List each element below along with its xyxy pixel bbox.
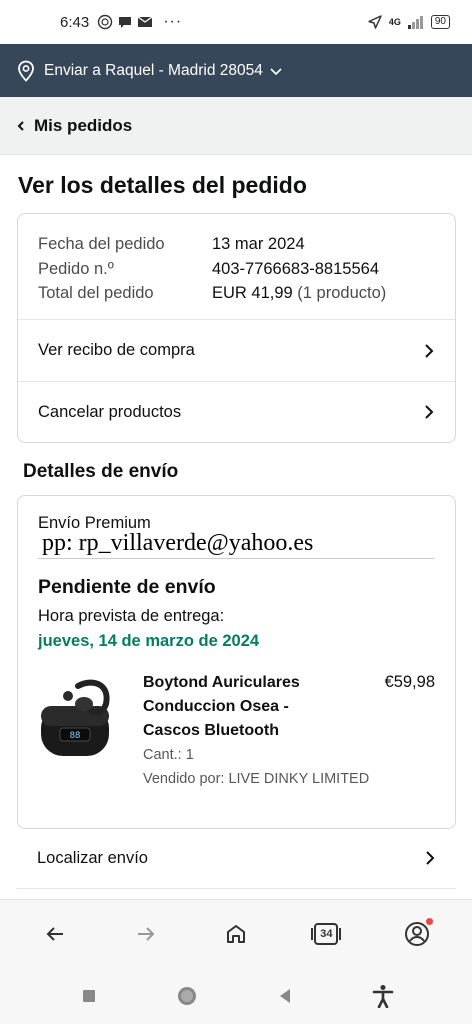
- eta-date: jueves, 14 de marzo de 2024: [38, 632, 260, 650]
- product-seller: Vendido por: LIVE DINKY LIMITED: [143, 771, 370, 787]
- more-notifications-icon: ···: [163, 13, 183, 30]
- home-icon: [226, 925, 245, 943]
- view-receipt-label: Ver recibo de compra: [38, 341, 195, 359]
- tab-count: 34: [320, 928, 333, 940]
- chevron-down-icon: [269, 66, 283, 76]
- browser-forward-button[interactable]: [122, 910, 170, 958]
- order-total-label: Total del pedido: [38, 284, 154, 302]
- view-receipt-link[interactable]: Ver recibo de compra: [18, 320, 455, 381]
- product-price: €59,98: [384, 673, 435, 691]
- page-title: Ver los detalles del pedido: [18, 172, 307, 198]
- product-image[interactable]: 88: [38, 676, 116, 758]
- delivery-location-bar[interactable]: Enviar a Raquel - Madrid 28054: [0, 44, 472, 97]
- order-number-value: 403-7766683-8815564: [212, 259, 379, 278]
- watermark-text: pp: rp_villaverde@yahoo.es: [42, 530, 314, 556]
- account-icon: [404, 922, 429, 946]
- order-summary-card: Fecha del pedido 13 mar 2024 Pedido n.º …: [17, 213, 456, 443]
- accessibility-button[interactable]: [359, 972, 407, 1020]
- breadcrumb[interactable]: Mis pedidos: [0, 97, 472, 155]
- shipment-status: Pendiente de envío: [38, 576, 216, 598]
- browser-back-button[interactable]: [31, 910, 79, 958]
- battery-icon: 90: [430, 15, 450, 29]
- delivery-location-label: Enviar a Raquel - Madrid 28054: [44, 61, 263, 79]
- order-number-row: Pedido n.º 403-7766683-8815564: [38, 257, 435, 282]
- circle-icon: [178, 987, 196, 1005]
- eta-label: Hora prevista de entrega:: [38, 607, 225, 625]
- location-pin-icon: [16, 60, 36, 82]
- browser-tabs-button[interactable]: 34: [302, 910, 350, 958]
- cancel-products-link[interactable]: Cancelar productos: [18, 381, 455, 442]
- signal-icon: [407, 16, 423, 29]
- system-navigation-bar: [0, 968, 472, 1024]
- order-date-value: 13 mar 2024: [212, 235, 305, 253]
- square-icon: [83, 990, 95, 1002]
- forward-arrow-icon: [137, 927, 154, 941]
- cancel-products-label: Cancelar productos: [38, 402, 182, 421]
- network-label: 4G: [388, 17, 401, 27]
- chat-icon: [119, 17, 132, 28]
- system-home-button[interactable]: [163, 972, 211, 1020]
- product-image-display: 88: [70, 731, 81, 741]
- order-number-label: Pedido n.º: [38, 259, 114, 278]
- order-date-label: Fecha del pedido: [38, 235, 165, 253]
- order-total-value: EUR 41,99 (1 producto): [212, 281, 386, 306]
- breadcrumb-label: Mis pedidos: [34, 115, 133, 135]
- browser-toolbar: 34: [0, 899, 472, 968]
- notification-dot: [425, 918, 433, 925]
- browser-home-button[interactable]: [212, 910, 260, 958]
- divider: [38, 558, 435, 559]
- status-bar: 6:43 ··· 4G 90: [0, 0, 472, 44]
- nfc-icon: [98, 14, 113, 30]
- shipping-section-title: Detalles de envío: [23, 461, 179, 482]
- chevron-right-icon: [425, 343, 434, 358]
- track-shipment-label: Localizar envío: [37, 848, 148, 867]
- mail-icon: [137, 16, 153, 27]
- accessibility-icon: [372, 985, 394, 1008]
- location-arrow-icon: [368, 15, 382, 29]
- order-total-amount: EUR 41,99: [212, 284, 293, 302]
- order-total-row: Total del pedido EUR 41,99 (1 producto): [38, 281, 435, 306]
- back-arrow-icon: [46, 927, 64, 941]
- chevron-left-icon: [16, 119, 26, 133]
- order-date-row: Fecha del pedido 13 mar 2024: [38, 232, 435, 257]
- chevron-right-icon: [425, 405, 434, 419]
- order-total-items: (1 producto): [292, 284, 387, 302]
- status-time: 6:43: [60, 13, 90, 31]
- system-back-button[interactable]: [261, 972, 309, 1020]
- product-title-link[interactable]: Boytond Auriculares Conduccion Osea - Ca…: [143, 671, 343, 743]
- chevron-right-icon: [426, 851, 435, 865]
- recent-apps-button[interactable]: [65, 972, 113, 1020]
- shipment-card: Envío Premium pp: rp_villaverde@yahoo.es…: [17, 495, 456, 829]
- track-shipment-link[interactable]: Localizar envío: [17, 828, 456, 889]
- order-info: Fecha del pedido 13 mar 2024 Pedido n.º …: [18, 214, 455, 320]
- triangle-back-icon: [280, 989, 290, 1003]
- browser-account-button[interactable]: [393, 910, 441, 958]
- product-quantity: Cant.: 1: [143, 747, 194, 763]
